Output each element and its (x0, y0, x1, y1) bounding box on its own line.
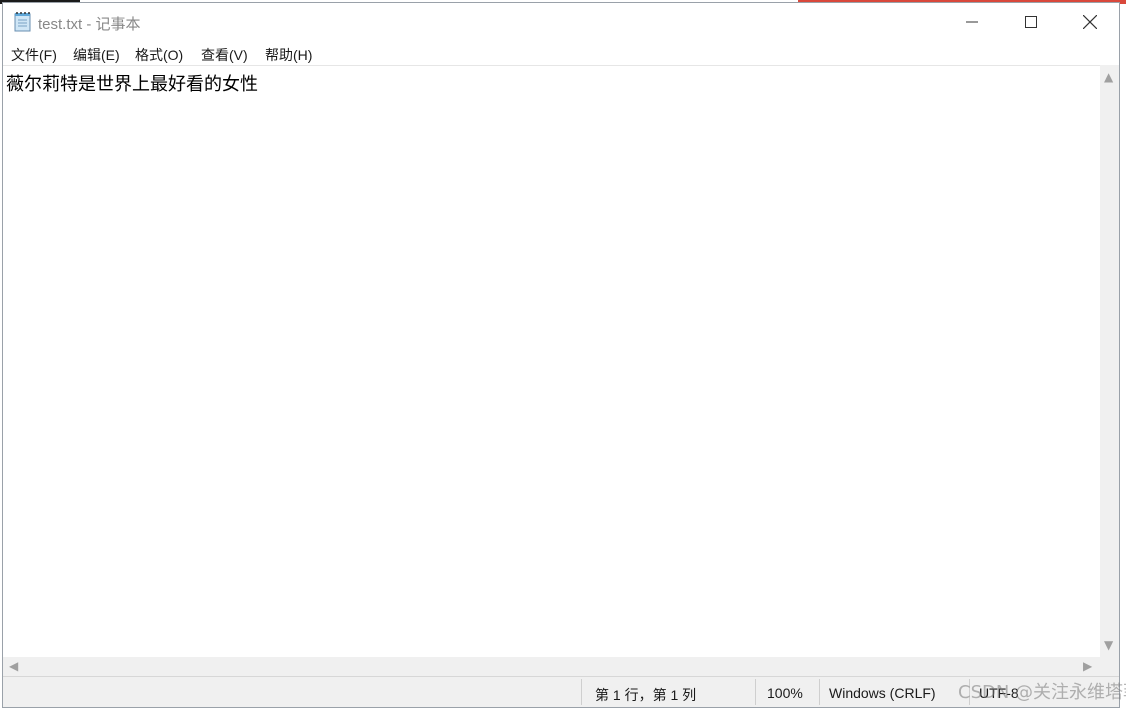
editor-content[interactable]: 薇尔莉特是世界上最好看的女性 (6, 70, 258, 96)
status-separator (755, 679, 756, 705)
notepad-icon[interactable] (13, 11, 33, 33)
menu-format[interactable]: 格式(O) (135, 45, 183, 65)
menu-edit[interactable]: 编辑(E) (73, 45, 120, 65)
text-editor[interactable]: 薇尔莉特是世界上最好看的女性 (3, 65, 1100, 657)
minimize-icon (966, 21, 978, 23)
menu-view[interactable]: 查看(V) (201, 45, 248, 65)
menu-help[interactable]: 帮助(H) (265, 45, 312, 65)
horizontal-scrollbar[interactable]: ◀ ▶ (3, 657, 1100, 676)
scrollbar-corner (1100, 657, 1119, 676)
maximize-button[interactable] (1002, 3, 1060, 41)
menu-file[interactable]: 文件(F) (11, 45, 57, 65)
maximize-icon (1025, 16, 1037, 28)
watermark: CSDN @关注永维塔菲喵 (958, 682, 1126, 703)
close-icon (1083, 15, 1097, 29)
window-title: test.txt - 记事本 (38, 16, 141, 33)
menu-bar: 文件(F) 编辑(E) 格式(O) 查看(V) 帮助(H) (3, 41, 1119, 65)
status-cursor-position: 第 1 行，第 1 列 (595, 687, 697, 703)
status-separator (581, 679, 582, 705)
scroll-left-arrow-icon[interactable]: ◀ (9, 660, 18, 672)
scroll-right-arrow-icon[interactable]: ▶ (1083, 660, 1092, 672)
scroll-up-arrow-icon[interactable]: ▲ (1104, 71, 1113, 83)
scroll-down-arrow-icon[interactable]: ▼ (1104, 639, 1113, 651)
notepad-window: test.txt - 记事本 文件(F) 编辑(E) 格式(O) 查看(V) 帮… (2, 2, 1120, 708)
minimize-button[interactable] (943, 3, 1001, 41)
status-zoom: 100% (767, 685, 803, 701)
status-bar: 第 1 行，第 1 列 100% Windows (CRLF) UTF-8 (3, 676, 1119, 707)
close-button[interactable] (1061, 3, 1119, 41)
vertical-scrollbar[interactable]: ▲ ▼ (1100, 65, 1119, 657)
status-separator (819, 679, 820, 705)
title-bar[interactable]: test.txt - 记事本 (3, 3, 1119, 41)
status-line-ending: Windows (CRLF) (829, 685, 936, 701)
